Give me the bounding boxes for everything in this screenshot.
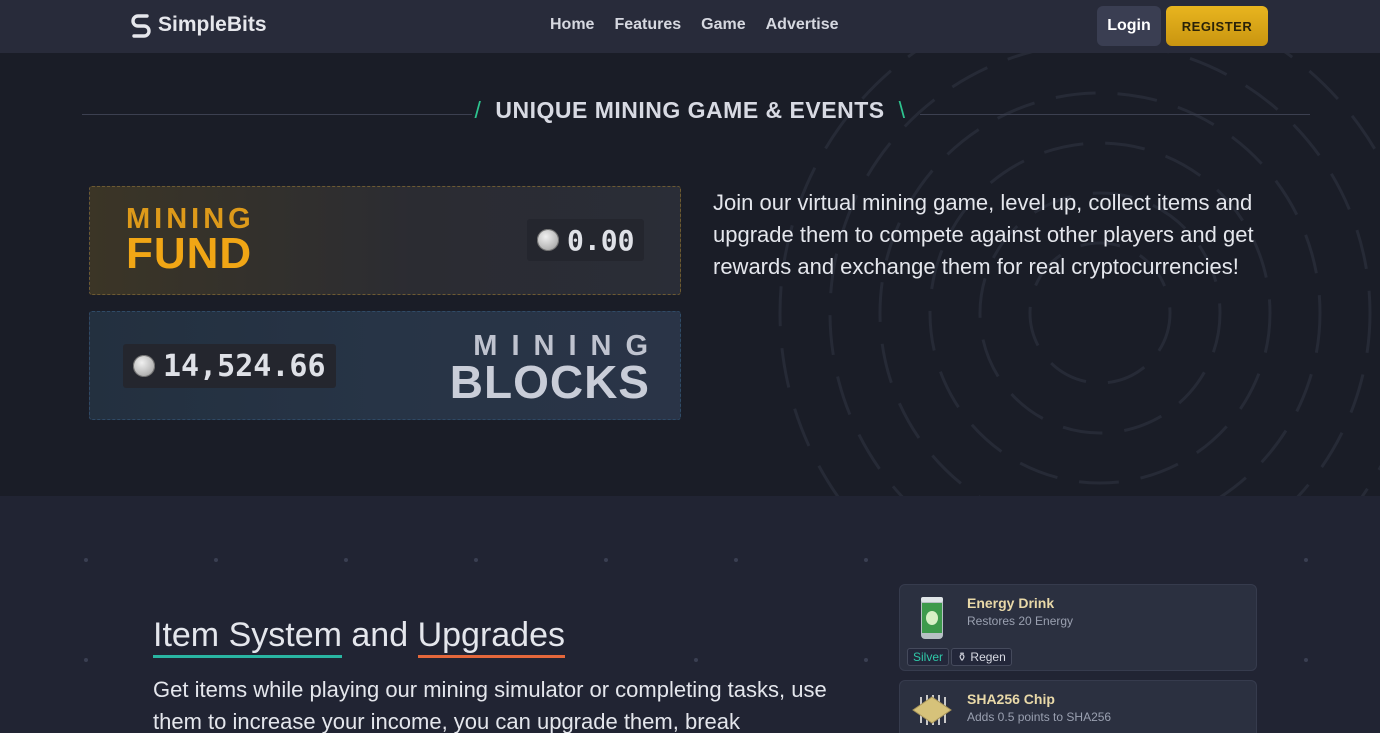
simplebits-logo-icon [131,14,151,38]
item-card-sha256-chip[interactable]: SHA256 Chip Adds 0.5 points to SHA256 [899,680,1257,733]
item-card-energy-drink[interactable]: Energy Drink Restores 20 Energy Silver ⚱… [899,584,1257,671]
fund-label-bottom: FUND [126,229,253,278]
item-name: SHA256 Chip [967,691,1055,707]
energy-drink-icon [921,597,943,639]
top-navbar: SimpleBits Home Features Game Advertise … [0,0,1380,53]
title-upgrades: Upgrades [417,616,565,658]
main-menu: Home Features Game Advertise [550,16,839,34]
mining-fund-card: MINING FUND 0.00 [89,186,681,295]
item-subtitle: Adds 0.5 points to SHA256 [967,710,1112,724]
mining-blocks-title: MINING BLOCKS [449,332,650,408]
mining-game-section: / UNIQUE MINING GAME & EVENTS \ MINING FUN… [0,53,1380,496]
item-system-title: Item System and Upgrades [153,616,565,658]
regen-badge: ⚱ Regen [951,648,1012,666]
heading-text: UNIQUE MINING GAME & EVENTS [495,97,885,123]
section-heading: / UNIQUE MINING GAME & EVENTS \ [0,97,1380,124]
item-subtitle: Restores 20 Energy [967,614,1074,628]
login-button[interactable]: Login [1097,6,1161,46]
coin-icon [537,229,559,251]
title-item-system: Item System [153,616,342,658]
fund-label-top: MINING [126,203,255,235]
regen-badge-label: Regen [970,650,1006,664]
brand-name: SimpleBits [158,13,267,36]
fund-amount-box: 0.00 [527,219,645,261]
nav-link-features[interactable]: Features [614,16,681,34]
item-name: Energy Drink [967,595,1055,611]
item-system-description: Get items while playing our mining simul… [153,677,827,733]
slash-decoration-right: \ [898,97,906,123]
rarity-badge: Silver [907,648,950,666]
mining-blocks-card: 14,524.66 MINING BLOCKS [89,311,681,420]
register-button[interactable]: REGISTER [1166,6,1268,46]
cpu-chip-icon [912,695,952,725]
item-system-section: Item System and Upgrades Get items while… [0,496,1380,733]
title-and: and [351,616,409,654]
blocks-amount: 14,524.66 [163,348,326,384]
mining-fund-title: MINING FUND [126,205,255,276]
brand-logo[interactable]: SimpleBits [130,12,267,38]
blocks-label-bottom: BLOCKS [449,356,650,408]
coin-icon [133,355,155,377]
nav-link-home[interactable]: Home [550,16,594,34]
fund-amount: 0.00 [567,223,635,257]
regen-icon: ⚱ [957,650,968,664]
nav-link-advertise[interactable]: Advertise [766,16,839,34]
hero-description: Join our virtual mining game, level up, … [713,190,1254,279]
nav-link-game[interactable]: Game [701,16,745,34]
blocks-amount-box: 14,524.66 [123,344,336,388]
slash-decoration-left: / [474,97,482,123]
